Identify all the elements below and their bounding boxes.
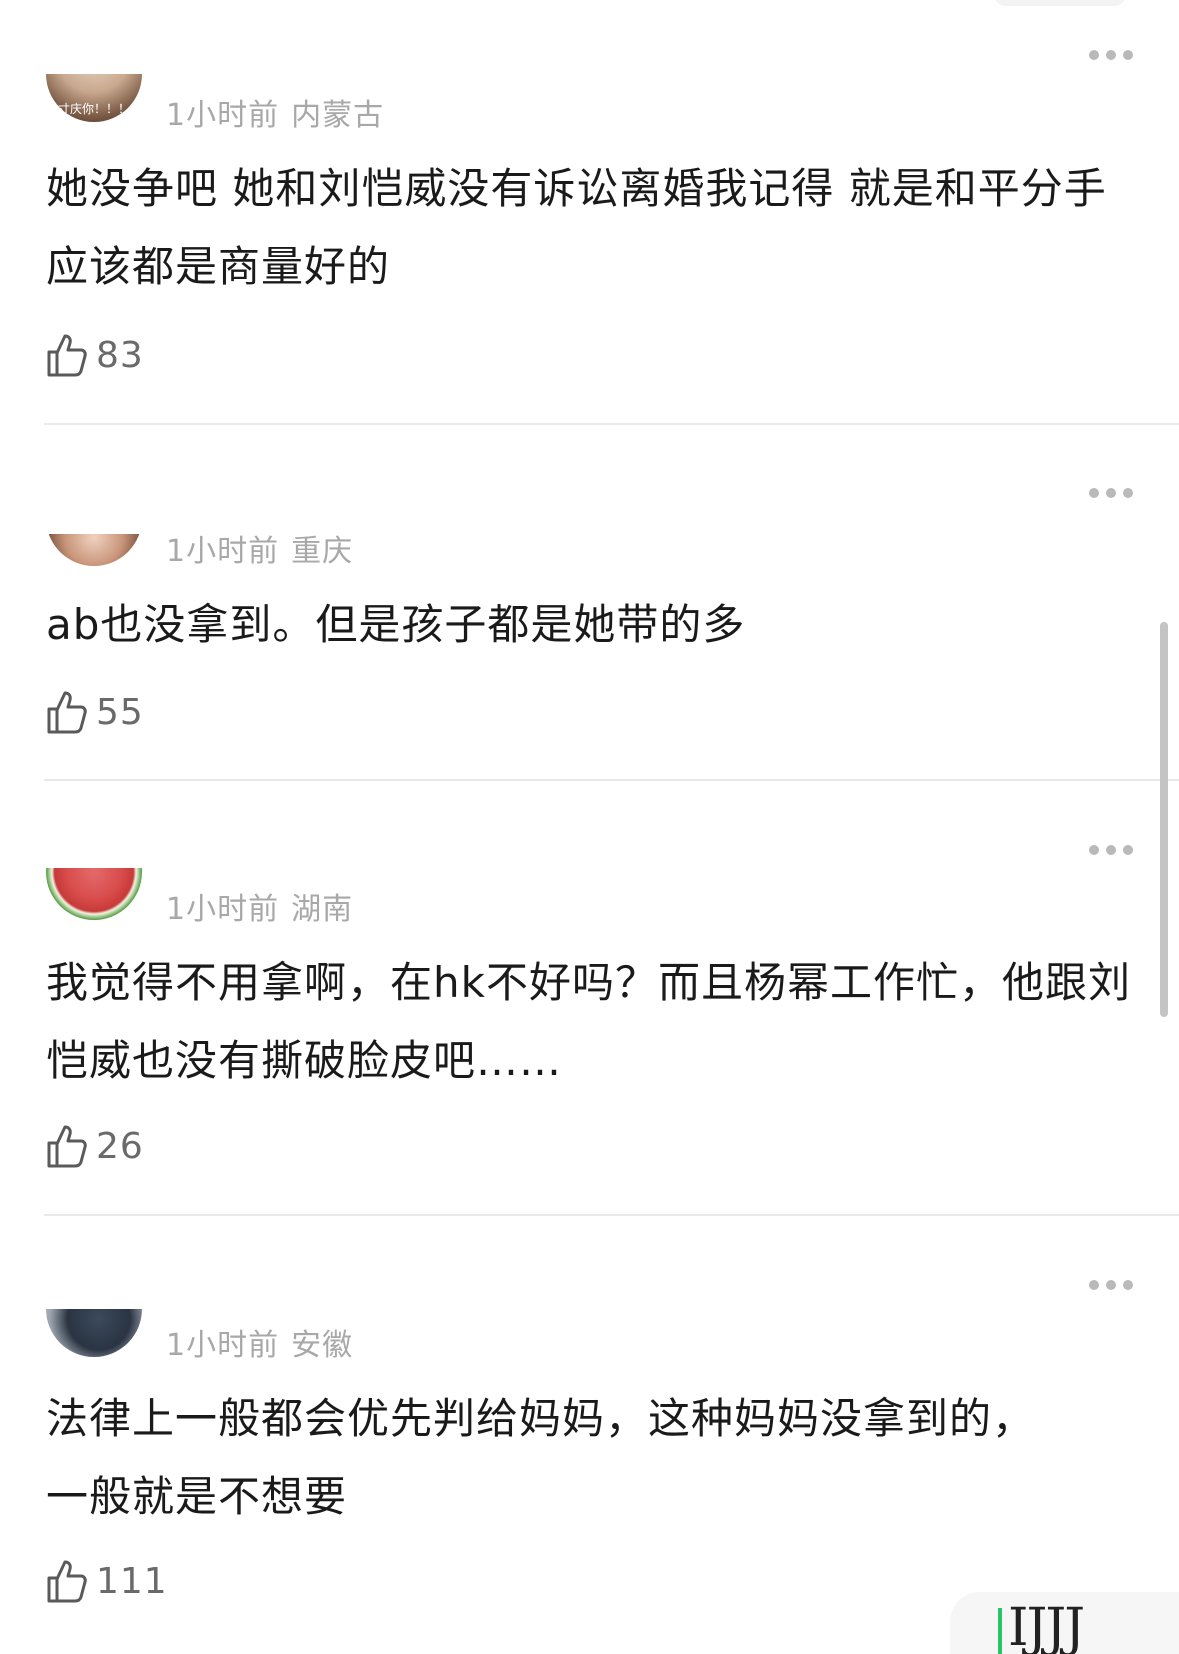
more-dot xyxy=(1106,845,1116,855)
thumbs-up-icon xyxy=(47,1560,87,1603)
more-dot xyxy=(1089,1280,1099,1290)
thumbs-up-icon xyxy=(47,334,87,377)
thumbs-up-icon xyxy=(47,691,87,734)
watermark-text: IJJJ xyxy=(1008,1598,1085,1654)
like-button[interactable]: 55 xyxy=(46,687,144,737)
divider xyxy=(44,779,1179,781)
like-count: 83 xyxy=(96,334,144,376)
divider xyxy=(44,1214,1179,1216)
like-count: 26 xyxy=(96,1125,144,1167)
scrollbar[interactable] xyxy=(1160,622,1168,1017)
like-button[interactable]: 111 xyxy=(46,1556,168,1606)
more-options-button[interactable] xyxy=(1089,844,1133,856)
comment-meta: 1小时前 重庆 xyxy=(166,526,353,570)
like-button[interactable]: 26 xyxy=(46,1121,144,1171)
more-dot xyxy=(1123,845,1133,855)
watermark-logo: IJJJ xyxy=(950,1592,1179,1654)
more-dot xyxy=(1123,1280,1133,1290)
thumbs-up-icon xyxy=(47,1125,87,1168)
comment-text: 法律上一般都会优先判给妈妈，这种妈妈没拿到的，一般就是不想要 xyxy=(46,1394,1036,1521)
avatar-caption: 寸庆你！！！ xyxy=(58,102,131,116)
more-options-button[interactable] xyxy=(1089,487,1133,499)
comment-meta: 1小时前 内蒙古 xyxy=(166,90,384,134)
watermark-accent-bar xyxy=(998,1608,1002,1654)
top-pill xyxy=(995,0,1125,6)
more-dot xyxy=(1106,1280,1116,1290)
comment-time: 1小时前 xyxy=(166,98,280,133)
divider xyxy=(44,423,1179,425)
more-dot xyxy=(1106,50,1116,60)
more-dot xyxy=(1089,50,1099,60)
like-count: 55 xyxy=(96,691,144,733)
avatar[interactable] xyxy=(46,534,142,566)
comment-time: 1小时前 xyxy=(166,534,280,569)
avatar[interactable] xyxy=(46,868,142,920)
comment-location: 湖南 xyxy=(291,892,354,927)
like-button[interactable]: 83 xyxy=(46,330,144,380)
avatar[interactable] xyxy=(46,1309,142,1357)
comment-location: 内蒙古 xyxy=(291,98,385,133)
comment-meta: 1小时前 安徽 xyxy=(166,1320,353,1364)
more-dot xyxy=(1106,488,1116,498)
comment-meta: 1小时前 湖南 xyxy=(166,884,353,928)
more-options-button[interactable] xyxy=(1089,1279,1133,1291)
more-dot xyxy=(1123,50,1133,60)
comment-time: 1小时前 xyxy=(166,892,280,927)
more-dot xyxy=(1089,488,1099,498)
comment-location: 重庆 xyxy=(291,534,354,569)
comment-text: 我觉得不用拿啊，在hk不好吗？而且杨幂工作忙，他跟刘恺威也没有撕破脸皮吧…… xyxy=(46,958,1131,1085)
comment-location: 安徽 xyxy=(291,1328,354,1363)
comment-text: 她没争吧 她和刘恺威没有诉讼离婚我记得 就是和平分手应该都是商量好的 xyxy=(46,164,1107,291)
more-dot xyxy=(1089,845,1099,855)
more-dot xyxy=(1123,488,1133,498)
comment-time: 1小时前 xyxy=(166,1328,280,1363)
more-options-button[interactable] xyxy=(1089,49,1133,61)
comment-text: ab也没拿到。但是孩子都是她带的多 xyxy=(46,600,746,649)
avatar[interactable]: 寸庆你！！！ xyxy=(46,74,142,122)
like-count: 111 xyxy=(96,1560,168,1602)
